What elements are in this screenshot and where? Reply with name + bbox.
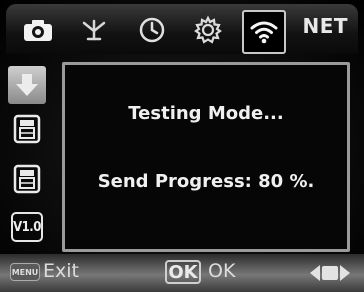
net-label: NET xyxy=(302,14,348,38)
tab-settings[interactable] xyxy=(188,10,228,50)
dialog-title: Testing Mode... xyxy=(128,103,284,124)
exit-label: Exit xyxy=(43,260,79,282)
tab-antenna[interactable] xyxy=(74,10,114,50)
left-right-arrows-icon[interactable] xyxy=(308,263,352,283)
tab-wifi[interactable] xyxy=(242,10,286,54)
sim-card-icon xyxy=(13,164,41,194)
sim-card-icon xyxy=(13,114,41,144)
status-dialog: Testing Mode... Send Progress: 80 %. xyxy=(62,62,350,252)
tab-camera[interactable] xyxy=(18,10,58,50)
ok-button[interactable]: OK xyxy=(165,260,201,284)
menu-button[interactable]: MENU xyxy=(10,263,40,281)
gear-icon xyxy=(194,15,222,44)
bottom-hint-bar: MENU Exit OK OK xyxy=(0,254,364,292)
clock-icon xyxy=(139,17,165,43)
version-icon: V1.0 xyxy=(11,212,43,242)
camera-screen: NET V1.0 Testing Mode... Send Progress: … xyxy=(0,0,364,292)
send-progress-text: Send Progress: 80 %. xyxy=(97,171,315,192)
camera-icon xyxy=(24,20,52,41)
tab-clock[interactable] xyxy=(132,10,172,50)
ok-label: OK xyxy=(208,260,236,282)
antenna-icon xyxy=(82,19,106,41)
sidebar-item-sim-2[interactable] xyxy=(8,160,46,198)
wifi-icon xyxy=(250,21,278,44)
sidebar-item-version[interactable]: V1.0 xyxy=(8,208,46,246)
sidebar-item-download[interactable] xyxy=(8,66,46,104)
sidebar-item-sim-1[interactable] xyxy=(8,110,46,148)
arrow-down-icon xyxy=(16,74,38,96)
top-menu-bar: NET xyxy=(6,4,358,54)
